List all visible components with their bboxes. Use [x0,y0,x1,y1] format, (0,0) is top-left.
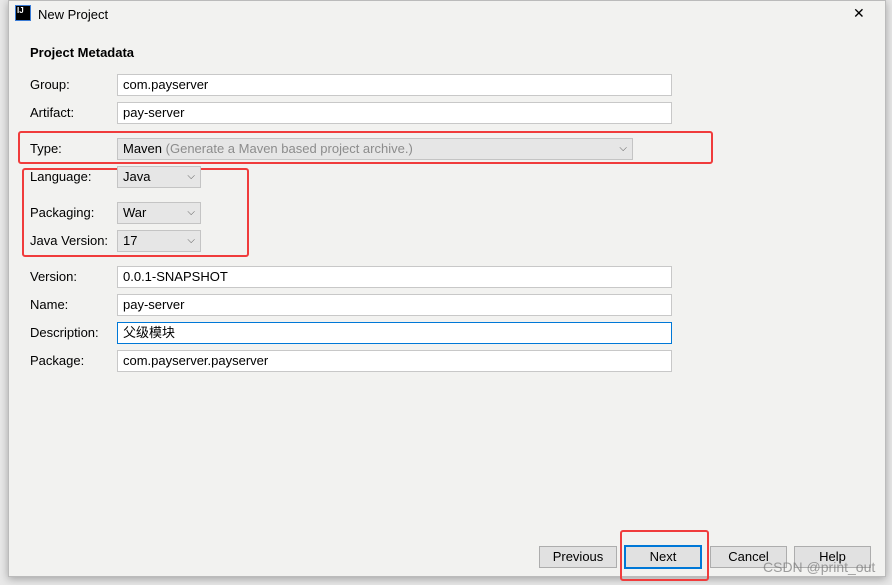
package-input[interactable]: com.payserver.payserver [117,350,672,372]
section-title: Project Metadata [30,45,135,60]
name-input[interactable]: pay-server [117,294,672,316]
type-select[interactable]: Maven (Generate a Maven based project ar… [117,138,633,160]
packaging-select[interactable]: War ⌵ [117,202,201,224]
chevron-down-icon: ⌵ [187,171,195,182]
group-input[interactable]: com.payserver [117,74,672,96]
name-label: Name: [30,297,69,312]
watermark: CSDN @print_out [763,559,876,575]
close-icon[interactable]: ✕ [853,5,865,22]
next-button[interactable]: Next [624,545,702,569]
packaging-label: Packaging: [30,205,95,220]
language-select[interactable]: Java ⌵ [117,166,201,188]
java-version-select[interactable]: 17 ⌵ [117,230,201,252]
previous-button[interactable]: Previous [539,546,617,568]
artifact-label: Artifact: [30,105,75,120]
window-title: New Project [38,7,109,22]
chevron-down-icon: ⌵ [619,143,627,154]
package-label: Package: [30,353,85,368]
version-label: Version: [30,269,77,284]
chevron-down-icon: ⌵ [187,207,195,218]
description-input[interactable]: 父级模块 [117,322,672,344]
language-label: Language: [30,169,92,184]
chevron-down-icon: ⌵ [187,235,195,246]
type-value: Maven [123,141,163,156]
version-input[interactable]: 0.0.1-SNAPSHOT [117,266,672,288]
java-version-label: Java Version: [30,233,109,248]
language-value: Java [123,169,151,184]
intellij-logo-icon: IJ [15,5,31,21]
type-hint: (Generate a Maven based project archive.… [165,141,413,156]
group-label: Group: [30,77,70,92]
artifact-input[interactable]: pay-server [117,102,672,124]
packaging-value: War [123,205,147,220]
description-label: Description: [30,325,99,340]
type-label: Type: [30,141,62,156]
java-version-value: 17 [123,233,138,248]
